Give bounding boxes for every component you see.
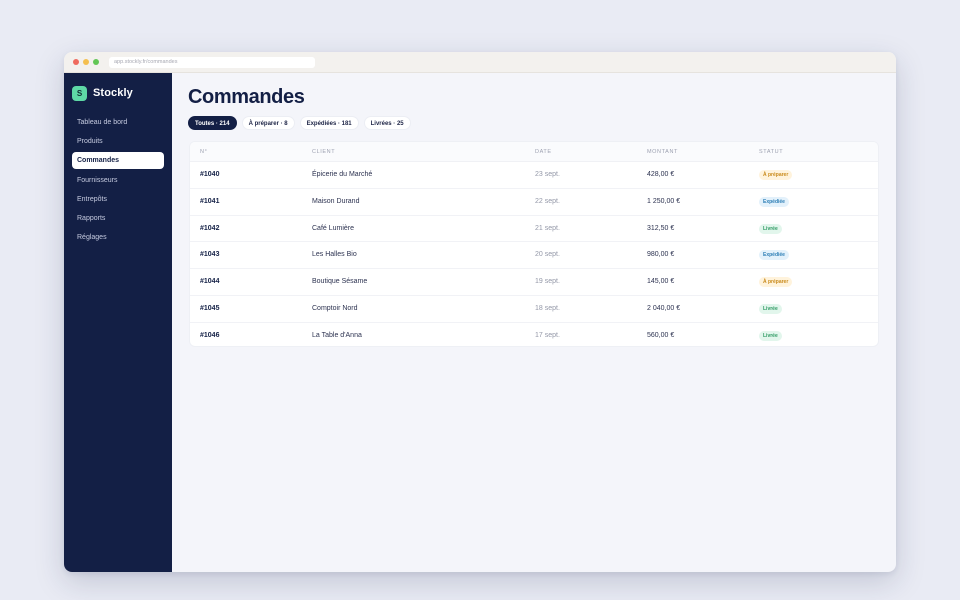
column-header-amount[interactable]: MONTANT [647,142,678,162]
table-row[interactable]: #1045 Comptoir Nord 18 sept. 2 040,00 € … [190,296,878,323]
column-header-status[interactable]: STATUT [759,142,783,162]
order-amount: 312,50 € [647,224,675,232]
filter-all[interactable]: Toutes · 214 [188,116,237,130]
order-client: Comptoir Nord [312,304,358,312]
order-client: Café Lumière [312,224,355,232]
table-row[interactable]: #1046 La Table d'Anna 17 sept. 560,00 € … [190,323,878,346]
order-client: Épicerie du Marché [312,171,373,178]
order-date: 21 sept. [535,224,560,232]
order-client: Les Halles Bio [312,251,357,259]
order-amount: 2 040,00 € [647,304,681,312]
sidebar-item-fournisseurs[interactable]: Fournisseurs [72,172,164,189]
address-bar[interactable]: app.stockly.fr/commandes [109,57,315,68]
order-amount: 145,00 € [647,278,675,286]
order-date: 19 sept. [535,278,560,286]
status-badge: Livrée [759,303,782,314]
order-date: 20 sept. [535,251,560,259]
sidebar-item-commandes[interactable]: Commandes [72,152,164,170]
order-number[interactable]: #1041 [200,189,219,215]
order-date: 22 sept. [535,197,560,205]
order-number[interactable]: #1042 [200,216,219,242]
filter-shipped[interactable]: Expédiées · 181 [299,116,359,130]
order-client: La Table d'Anna [312,331,362,339]
table-row[interactable]: #1043 Les Halles Bio 20 sept. 980,00 € E… [190,242,878,270]
order-amount: 980,00 € [647,251,675,259]
close-window-dot[interactable] [73,59,79,65]
brand[interactable]: S Stockly [72,85,133,101]
sidebar: S Stockly Tableau de bord Produits Comma… [64,73,172,572]
status-badge: Expédiée [759,250,789,261]
order-amount: 1 250,00 € [647,197,681,205]
minimize-window-dot[interactable] [83,59,89,65]
order-number[interactable]: #1046 [200,323,219,346]
column-header-number[interactable]: N° [200,142,207,162]
order-number[interactable]: #1043 [200,242,219,268]
orders-table: N° CLIENT DATE MONTANT STATUT #1040 Épic… [189,141,879,347]
order-client: Boutique Sésame [312,278,368,286]
column-header-date[interactable]: DATE [535,142,552,162]
sidebar-item-tableau-de-bord[interactable]: Tableau de bord [72,114,164,131]
table-row[interactable]: #1041 Maison Durand 22 sept. 1 250,00 € … [190,189,878,216]
table-row[interactable]: #1044 Boutique Sésame 19 sept. 145,00 € … [190,269,878,296]
order-date: 17 sept. [535,331,560,339]
order-number[interactable]: #1045 [200,296,219,322]
maximize-window-dot[interactable] [93,59,99,65]
filter-delivered[interactable]: Livrées · 25 [363,116,411,130]
order-number[interactable]: #1044 [200,269,219,295]
order-date: 23 sept. [535,171,560,178]
table-row[interactable]: #1042 Café Lumière 21 sept. 312,50 € Liv… [190,216,878,243]
sidebar-item-rapports[interactable]: Rapports [72,210,164,227]
table-row[interactable]: #1040 Épicerie du Marché 23 sept. 428,00… [190,162,878,189]
brand-name: Stockly [93,87,133,99]
order-amount: 428,00 € [647,171,675,178]
order-number[interactable]: #1040 [200,162,219,188]
main-content: Commandes Toutes · 214 À préparer · 8 Ex… [172,73,896,572]
filter-to-prepare[interactable]: À préparer · 8 [241,116,295,130]
browser-titlebar: app.stockly.fr/commandes [64,52,896,73]
browser-window: app.stockly.fr/commandes S Stockly Table… [64,52,896,572]
sidebar-item-reglages[interactable]: Réglages [72,229,164,246]
status-badge: Livrée [759,223,782,234]
status-badge: Expédiée [759,196,789,207]
status-badge: À préparer [759,277,793,288]
status-badge: À préparer [759,170,793,180]
order-date: 18 sept. [535,304,560,312]
sidebar-item-produits[interactable]: Produits [72,133,164,150]
order-amount: 560,00 € [647,331,675,339]
sidebar-nav: Tableau de bord Produits Commandes Fourn… [72,114,164,248]
brand-logo-icon: S [72,85,87,101]
page-title: Commandes [188,86,305,108]
order-client: Maison Durand [312,197,360,205]
table-header: N° CLIENT DATE MONTANT STATUT [190,142,878,162]
column-header-client[interactable]: CLIENT [312,142,335,162]
status-badge: Livrée [759,330,782,341]
status-filters: Toutes · 214 À préparer · 8 Expédiées · … [188,116,416,130]
sidebar-item-entrepots[interactable]: Entrepôts [72,191,164,208]
